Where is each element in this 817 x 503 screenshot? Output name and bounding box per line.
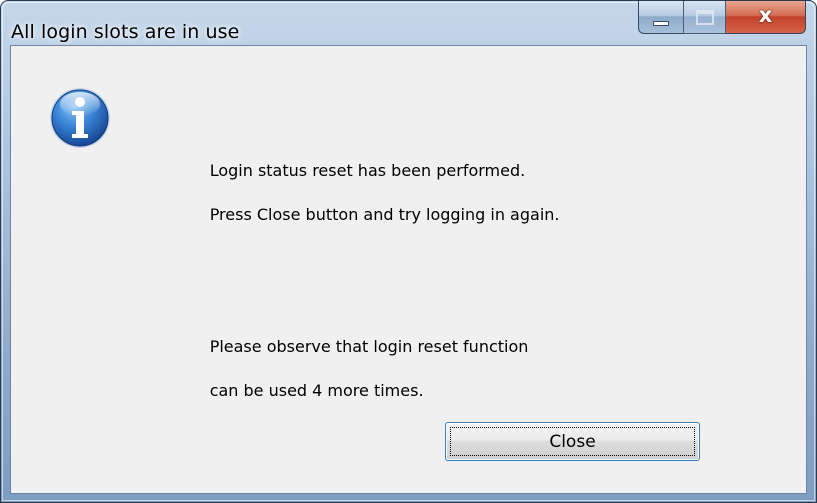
- close-button-label: Close: [549, 432, 596, 452]
- message-line: Press Close button and try logging in ag…: [209, 205, 560, 224]
- minimize-icon: [653, 21, 669, 26]
- minimize-button[interactable]: [638, 1, 683, 34]
- maximize-icon: [696, 10, 714, 25]
- title-bar[interactable]: All login slots are in use x: [1, 1, 816, 45]
- window-close-button[interactable]: x: [726, 1, 806, 34]
- close-icon: x: [758, 3, 773, 27]
- info-icon: [50, 88, 110, 148]
- dialog-body: Login status reset has been performed. P…: [10, 45, 807, 494]
- caption-buttons: x: [638, 1, 806, 35]
- message-line: Login status reset has been performed.: [209, 161, 526, 180]
- close-button[interactable]: Close: [445, 422, 700, 461]
- maximize-button: [683, 1, 726, 34]
- message-line: Please observe that login reset function: [209, 337, 529, 356]
- dialog-window: All login slots are in use x Login statu…: [0, 0, 817, 503]
- window-title: All login slots are in use: [11, 21, 240, 43]
- message-line: can be used 4 more times.: [209, 381, 424, 400]
